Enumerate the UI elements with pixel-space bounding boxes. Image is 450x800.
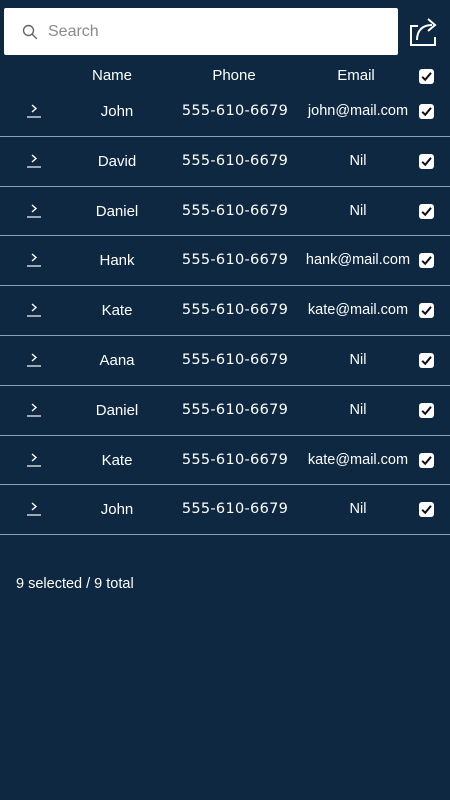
row-checkbox[interactable] [419, 104, 434, 119]
contact-email: Nil [349, 152, 367, 169]
contact-phone: 555-610-6679 [181, 202, 289, 219]
chevron-right-icon[interactable] [26, 251, 42, 269]
table-header: Name Phone Email [0, 62, 450, 90]
table-row: Hank 555-610-6679 hank@mail.com [0, 236, 450, 287]
checkmark-icon [421, 256, 432, 266]
checkmark-icon [421, 107, 432, 117]
table-row: David 555-610-6679 Nil [0, 137, 450, 187]
chevron-right-icon[interactable] [26, 152, 42, 170]
contact-phone: 555-610-6679 [181, 401, 289, 418]
contact-phone: 555-610-6679 [181, 451, 289, 468]
search-icon [22, 24, 38, 40]
table-row: Daniel 555-610-6679 Nil [0, 386, 450, 436]
column-header-email: Email [337, 67, 375, 84]
contact-name: John [100, 103, 134, 120]
contact-email: kate@mail.com [307, 451, 409, 468]
chevron-right-icon[interactable] [26, 202, 42, 220]
chevron-right-icon[interactable] [26, 451, 42, 469]
column-header-phone: Phone [212, 67, 256, 84]
checkmark-icon [421, 156, 432, 167]
chevron-right-icon[interactable] [26, 301, 42, 319]
contact-email: Nil [349, 401, 367, 418]
contact-email: Nil [349, 202, 367, 219]
table-row: John 555-610-6679 Nil [0, 485, 450, 536]
contact-name: Hank [99, 252, 135, 270]
contact-phone: 555-610-6679 [181, 252, 289, 269]
table-row: Daniel 555-610-6679 Nil [0, 187, 450, 237]
contact-name: Aana [99, 351, 135, 369]
contact-name: John [100, 501, 134, 519]
row-checkbox[interactable] [419, 502, 434, 518]
row-checkbox[interactable] [419, 303, 434, 319]
column-header-name: Name [91, 67, 132, 84]
select-all-checkbox[interactable] [419, 69, 434, 84]
chevron-right-icon[interactable] [26, 351, 42, 369]
search-box[interactable] [4, 8, 398, 55]
table-row: Aana 555-610-6679 Nil [0, 336, 450, 386]
search-input[interactable] [48, 8, 388, 55]
contact-email: john@mail.com [307, 103, 409, 119]
contact-phone: 555-610-6679 [181, 501, 289, 518]
share-icon[interactable] [405, 14, 441, 48]
row-checkbox[interactable] [419, 352, 434, 368]
contact-phone: 555-610-6679 [181, 302, 289, 319]
checkmark-icon [421, 206, 432, 216]
contact-phone: 555-610-6679 [181, 103, 289, 119]
contact-name: Kate [101, 302, 133, 320]
contact-name: Kate [101, 451, 133, 469]
chevron-right-icon[interactable] [26, 500, 42, 518]
chevron-right-icon[interactable] [26, 102, 42, 120]
contact-email: kate@mail.com [307, 302, 409, 319]
contact-email: Nil [349, 501, 367, 518]
row-checkbox[interactable] [419, 153, 434, 169]
contact-name: Daniel [95, 401, 139, 419]
table-row: Kate 555-610-6679 kate@mail.com [0, 286, 450, 336]
checkmark-icon [421, 455, 432, 465]
row-checkbox[interactable] [419, 452, 434, 468]
contact-email: hank@mail.com [305, 252, 411, 269]
chevron-right-icon[interactable] [26, 401, 42, 419]
row-checkbox[interactable] [419, 203, 434, 219]
checkmark-icon [421, 356, 432, 366]
table-row: Kate 555-610-6679 kate@mail.com [0, 436, 450, 486]
checkmark-icon [421, 505, 432, 515]
contact-list: John 555-610-6679 john@mail.com David 55… [0, 87, 450, 536]
contact-phone: 555-610-6679 [181, 351, 289, 368]
contact-name: David [97, 152, 137, 170]
row-checkbox[interactable] [419, 402, 434, 418]
selection-status: 9 selected / 9 total [16, 576, 134, 592]
table-row: John 555-610-6679 john@mail.com [0, 87, 450, 137]
checkmark-icon [421, 306, 432, 316]
contact-email: Nil [349, 351, 367, 368]
contact-name: Daniel [95, 202, 139, 220]
checkmark-icon [421, 72, 432, 82]
row-checkbox[interactable] [419, 253, 434, 269]
top-bar [0, 0, 450, 62]
checkmark-icon [421, 405, 432, 416]
contact-phone: 555-610-6679 [181, 152, 289, 169]
